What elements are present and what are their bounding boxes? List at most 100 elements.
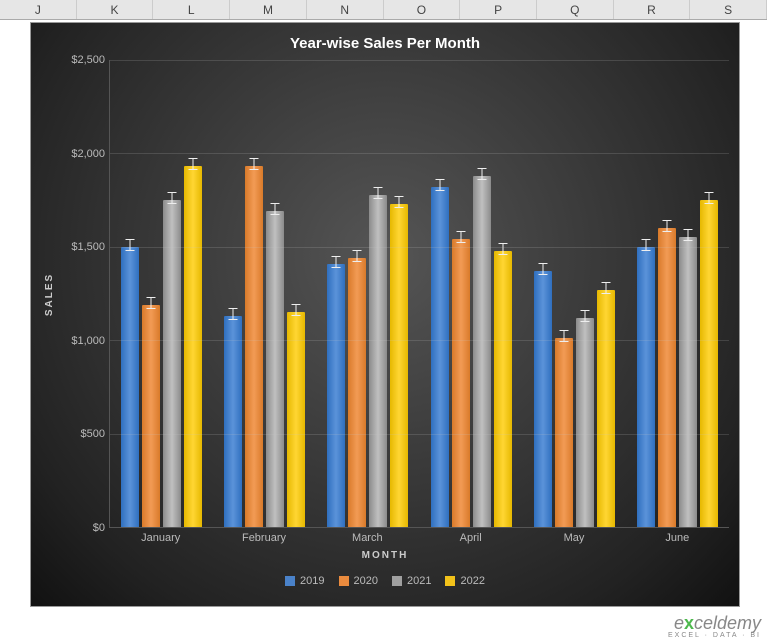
error-bar [233, 308, 234, 320]
legend-label: 2019 [300, 575, 324, 587]
legend-item[interactable]: 2022 [445, 575, 484, 587]
error-bar [357, 250, 358, 262]
bar[interactable] [184, 166, 202, 527]
bar[interactable] [431, 187, 449, 527]
x-tick-label: April [419, 528, 522, 548]
bar[interactable] [473, 176, 491, 527]
bar[interactable] [679, 237, 697, 527]
x-tick-label: January [109, 528, 212, 548]
bar[interactable] [390, 204, 408, 527]
x-tick-label: June [626, 528, 729, 548]
y-tick-label: $1,500 [71, 241, 105, 253]
x-tick-label: May [522, 528, 625, 548]
error-bar [460, 231, 461, 243]
error-bar [687, 229, 688, 241]
bar[interactable] [369, 195, 387, 528]
y-axis-label: SALES [41, 60, 59, 528]
legend-swatch [392, 576, 402, 586]
bar[interactable] [287, 312, 305, 527]
column-header[interactable]: P [460, 0, 537, 19]
error-bar [193, 158, 194, 170]
y-tick-label: $0 [93, 522, 105, 534]
plot-area[interactable] [109, 60, 729, 528]
legend-label: 2020 [354, 575, 378, 587]
column-header[interactable]: R [614, 0, 691, 19]
bar[interactable] [452, 239, 470, 527]
column-header[interactable]: M [230, 0, 307, 19]
y-tick-label: $1,000 [71, 335, 105, 347]
error-bar [542, 263, 543, 275]
legend-swatch [285, 576, 295, 586]
x-axis-ticks: JanuaryFebruaryMarchAprilMayJune [109, 528, 729, 548]
error-bar [666, 220, 667, 232]
legend-item[interactable]: 2020 [339, 575, 378, 587]
chart-title: Year-wise Sales Per Month [41, 35, 729, 52]
error-bar [172, 192, 173, 204]
bar[interactable] [224, 316, 242, 527]
error-bar [605, 282, 606, 294]
column-header[interactable]: O [384, 0, 461, 19]
error-bar [336, 256, 337, 268]
error-bar [151, 297, 152, 309]
column-header[interactable]: S [690, 0, 767, 19]
error-bar [439, 179, 440, 191]
error-bar [481, 168, 482, 180]
column-header[interactable]: N [307, 0, 384, 19]
error-bar [378, 187, 379, 199]
column-header[interactable]: J [0, 0, 77, 19]
y-tick-label: $500 [81, 428, 105, 440]
legend-swatch [339, 576, 349, 586]
error-bar [399, 196, 400, 208]
bar-group [626, 60, 729, 527]
legend-label: 2022 [460, 575, 484, 587]
gridline [110, 153, 729, 154]
y-axis-ticks: $0$500$1,000$1,500$2,000$2,500 [59, 60, 109, 528]
error-bar [645, 239, 646, 251]
column-header[interactable]: L [153, 0, 230, 19]
legend-label: 2021 [407, 575, 431, 587]
bar[interactable] [597, 290, 615, 527]
legend-item[interactable]: 2019 [285, 575, 324, 587]
bar[interactable] [245, 166, 263, 527]
bar-group [110, 60, 213, 527]
bar[interactable] [494, 251, 512, 527]
error-bar [502, 243, 503, 255]
chart-object[interactable]: Year-wise Sales Per Month SALES $0 $500 $1… [30, 22, 740, 607]
bar[interactable] [163, 200, 181, 527]
bar[interactable] [576, 318, 594, 527]
error-bar [254, 158, 255, 170]
x-axis-label: MONTH [41, 550, 729, 561]
bar[interactable] [327, 264, 345, 527]
bar-group [420, 60, 523, 527]
chart-legend[interactable]: 2019 2020 2021 2022 [41, 575, 729, 587]
bar[interactable] [266, 211, 284, 527]
y-tick-label: $2,500 [71, 54, 105, 66]
x-tick-label: March [316, 528, 419, 548]
column-header-row: JKLMNOPQRS [0, 0, 767, 20]
bar[interactable] [534, 271, 552, 527]
column-header[interactable]: K [77, 0, 154, 19]
bar[interactable] [658, 228, 676, 527]
bar[interactable] [700, 200, 718, 527]
error-bar [708, 192, 709, 204]
column-header[interactable]: Q [537, 0, 614, 19]
gridline [110, 340, 729, 341]
watermark-logo: exceldemy EXCEL · DATA · BI [668, 614, 761, 639]
gridline [110, 434, 729, 435]
error-bar [275, 203, 276, 215]
gridline [110, 247, 729, 248]
bar-group [213, 60, 316, 527]
gridline [110, 60, 729, 61]
bar[interactable] [142, 305, 160, 527]
x-tick-label: February [212, 528, 315, 548]
y-tick-label: $2,000 [71, 148, 105, 160]
error-bar [296, 304, 297, 316]
bar[interactable] [637, 247, 655, 527]
bar[interactable] [348, 258, 366, 527]
bar-group [523, 60, 626, 527]
error-bar [130, 239, 131, 251]
legend-item[interactable]: 2021 [392, 575, 431, 587]
error-bar [584, 310, 585, 322]
bar[interactable] [121, 247, 139, 527]
legend-swatch [445, 576, 455, 586]
